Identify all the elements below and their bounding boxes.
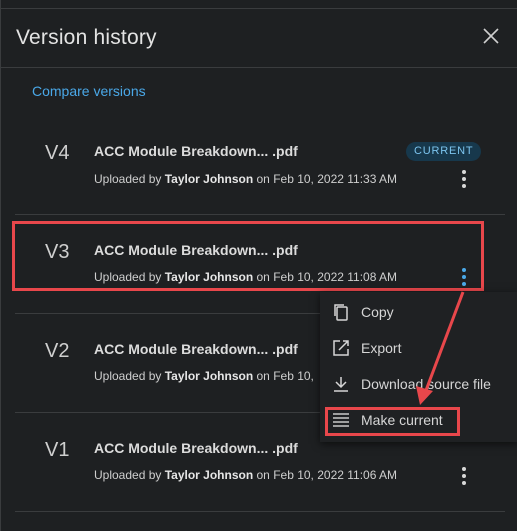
uploaded-prefix: Uploaded by	[94, 369, 165, 383]
top-divider	[1, 0, 517, 9]
uploader-name: Taylor Johnson	[164, 369, 254, 383]
compare-versions-link[interactable]: Compare versions	[32, 83, 146, 99]
v3-highlight-box	[12, 221, 484, 291]
uploaded-date: on Feb 10, 2022 11:33 AM	[253, 172, 398, 186]
uploaded-date: on Feb 10, 2022 11:06 AM	[253, 468, 398, 482]
menu-item-copy[interactable]: Copy	[320, 294, 517, 330]
uploaded-date: on Feb 10,	[253, 369, 314, 383]
copy-icon	[334, 304, 348, 321]
more-options-button[interactable]	[455, 464, 473, 488]
export-icon	[333, 340, 349, 356]
version-uploaded-info: Uploaded by Taylor Johnson on Feb 10,	[94, 369, 314, 383]
close-button[interactable]	[481, 26, 501, 46]
menu-item-label: Export	[361, 340, 402, 356]
close-icon	[483, 28, 499, 44]
panel-header: Version history	[1, 9, 517, 68]
uploader-name: Taylor Johnson	[164, 172, 254, 186]
version-label: V1	[45, 439, 70, 461]
make-current-highlight-box	[325, 407, 460, 436]
download-icon	[334, 377, 348, 392]
menu-item-download-source[interactable]: Download source file	[320, 366, 517, 402]
current-badge: CURRENT	[406, 142, 482, 161]
menu-item-label: Copy	[361, 304, 394, 320]
version-label: V2	[45, 340, 70, 362]
uploaded-prefix: Uploaded by	[94, 172, 165, 186]
version-row-v4[interactable]: V4 ACC Module Breakdown... .pdf Uploaded…	[15, 117, 505, 215]
version-history-panel: Version history Compare versions V4 ACC …	[0, 0, 517, 531]
version-label: V4	[45, 142, 70, 164]
version-uploaded-info: Uploaded by Taylor Johnson on Feb 10, 20…	[94, 468, 397, 482]
panel-title: Version history	[16, 26, 157, 49]
uploaded-prefix: Uploaded by	[94, 468, 165, 482]
version-uploaded-info: Uploaded by Taylor Johnson on Feb 10, 20…	[94, 172, 397, 186]
version-filename: ACC Module Breakdown... .pdf	[94, 143, 298, 159]
more-options-button[interactable]	[455, 167, 473, 191]
version-filename: ACC Module Breakdown... .pdf	[94, 440, 298, 456]
uploader-name: Taylor Johnson	[164, 468, 254, 482]
menu-item-label: Download source file	[361, 376, 491, 392]
version-filename: ACC Module Breakdown... .pdf	[94, 341, 298, 357]
menu-item-export[interactable]: Export	[320, 330, 517, 366]
